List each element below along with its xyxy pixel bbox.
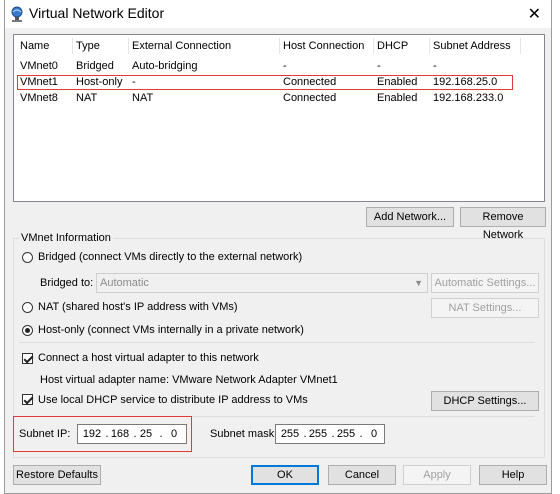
cell-host: - (283, 60, 287, 72)
header-external-connection[interactable]: External Connection (132, 40, 231, 52)
ok-button[interactable]: OK (251, 465, 319, 485)
nat-settings-button[interactable]: NAT Settings... (431, 298, 539, 318)
dhcp-settings-button[interactable]: DHCP Settings... (431, 391, 539, 411)
chevron-down-icon: ▼ (414, 278, 423, 288)
bridged-radio[interactable] (22, 252, 33, 263)
bridged-to-select[interactable]: Automatic ▼ (96, 273, 428, 293)
subnet-ip-input[interactable]: 192 . 168 . 25 . 0 (77, 424, 187, 444)
header-name[interactable]: Name (20, 40, 49, 52)
cell-dhcp: Enabled (377, 92, 418, 104)
restore-defaults-button[interactable]: Restore Defaults (13, 465, 101, 485)
table-row[interactable]: VMnet0 Bridged Auto-bridging - - - (14, 59, 544, 75)
subnet-mask-label: Subnet mask: (210, 428, 278, 440)
mask-octet[interactable]: 255 (278, 425, 302, 443)
header-type[interactable]: Type (76, 40, 100, 52)
automatic-settings-button[interactable]: Automatic Settings... (431, 273, 539, 293)
bridged-to-label: Bridged to: (40, 277, 94, 289)
cell-host: Connected (283, 92, 337, 104)
connect-adapter-label[interactable]: Connect a host virtual adapter to this n… (38, 352, 259, 364)
window-title: Virtual Network Editor (29, 5, 165, 21)
nat-label[interactable]: NAT (shared host's IP address with VMs) (38, 301, 238, 313)
subnet-ip-label: Subnet IP: (19, 428, 71, 440)
cancel-button[interactable]: Cancel (328, 465, 396, 485)
help-button[interactable]: Help (479, 465, 547, 485)
cell-dhcp: - (377, 60, 381, 72)
connect-adapter-checkbox[interactable] (22, 353, 33, 364)
ip-octet[interactable]: 25 (134, 425, 158, 443)
apply-button[interactable]: Apply (403, 465, 471, 485)
dhcp-checkbox[interactable] (22, 394, 33, 405)
nat-radio[interactable] (22, 302, 33, 313)
cell-subnet: - (433, 60, 437, 72)
close-icon[interactable]: ✕ (528, 4, 541, 24)
mask-octet[interactable]: 0 (362, 425, 386, 443)
ip-octet[interactable]: 0 (162, 425, 186, 443)
cell-subnet: 192.168.233.0 (433, 92, 504, 104)
subnet-mask-input[interactable]: 255 . 255 . 255 . 0 (275, 424, 385, 444)
cell-name: VMnet8 (20, 92, 58, 104)
bridged-label[interactable]: Bridged (connect VMs directly to the ext… (38, 251, 302, 263)
mask-octet[interactable]: 255 (306, 425, 330, 443)
mask-octet[interactable]: 255 (334, 425, 358, 443)
list-header: Name Type External Connection Host Conne… (14, 35, 544, 57)
virtual-network-editor-window: Virtual Network Editor ✕ Name Type Exter… (4, 0, 552, 494)
cell-name: VMnet0 (20, 60, 58, 72)
cell-external: Auto-bridging (132, 60, 198, 72)
header-subnet-address[interactable]: Subnet Address (433, 40, 511, 52)
vmware-network-icon (11, 6, 23, 22)
bridged-to-value: Automatic (100, 277, 149, 289)
remove-network-button[interactable]: Remove Network (460, 207, 546, 241)
hostonly-label[interactable]: Host-only (connect VMs internally in a p… (38, 324, 304, 336)
ip-octet[interactable]: 168 (108, 425, 132, 443)
selection-highlight (17, 75, 513, 90)
header-host-connection[interactable]: Host Connection (283, 40, 364, 52)
divider (19, 342, 535, 343)
hostonly-radio[interactable] (22, 325, 33, 336)
cell-type: NAT (76, 92, 98, 104)
cell-type: Bridged (76, 60, 114, 72)
ip-octet[interactable]: 192 (80, 425, 104, 443)
header-dhcp[interactable]: DHCP (377, 40, 408, 52)
cell-external: NAT (132, 92, 154, 104)
network-list[interactable]: Name Type External Connection Host Conne… (13, 34, 545, 202)
dhcp-label[interactable]: Use local DHCP service to distribute IP … (38, 394, 308, 406)
group-label: VMnet Information (19, 232, 113, 244)
title-bar: Virtual Network Editor ✕ (5, 0, 551, 28)
adapter-name-label: Host virtual adapter name: VMware Networ… (40, 374, 338, 386)
add-network-button[interactable]: Add Network... (366, 207, 454, 227)
table-row[interactable]: VMnet8 NAT NAT Connected Enabled 192.168… (14, 91, 544, 107)
